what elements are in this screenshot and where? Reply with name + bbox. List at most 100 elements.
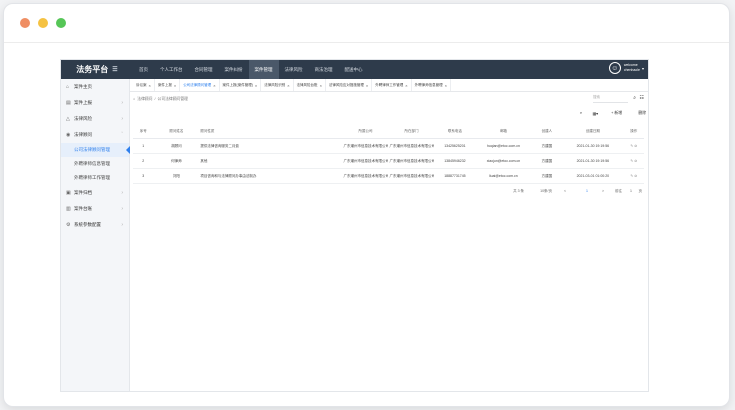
sidebar-item-label: 案件上报 (74, 100, 92, 105)
column-header[interactable]: 联系电话 (434, 125, 476, 139)
cell-no: 3 (133, 168, 154, 184)
sidebar-item-case-home[interactable]: ⌂ 案件主页 (61, 79, 129, 95)
document-icon: ▤ (66, 100, 71, 106)
row-actions[interactable]: ✎ ⊘ (623, 153, 644, 169)
chevron-right-icon: › (121, 206, 123, 212)
table-row[interactable]: 3 刘阳 项目咨询和与法律顾问办事由法制办 广东潮州市信息技术有限公司 广东潮州… (133, 168, 644, 184)
sidebar-item-case-ledger[interactable]: ▥ 案件台账 › (61, 201, 129, 217)
book-icon: ▥ (66, 206, 71, 212)
minimize-window-button[interactable] (38, 18, 48, 28)
tab-label: 外聘律师信息管理 (414, 82, 443, 87)
goto-page-input[interactable]: 1 (630, 189, 632, 193)
close-icon[interactable]: × (445, 83, 447, 88)
close-icon[interactable]: × (366, 83, 368, 88)
maximize-window-button[interactable] (56, 18, 66, 28)
search-icon[interactable]: ⌕ (633, 95, 636, 101)
close-icon[interactable]: × (213, 83, 215, 88)
table-header-row: 序号 顾问姓名 顾问性质 所属公司 所在部门 联系电话 邮箱 创建人 创建日期 … (133, 125, 644, 139)
next-page-button[interactable]: > (602, 189, 604, 193)
sidebar-item-legal-advisor[interactable]: ◉ 法律顾问 ˇ (61, 127, 129, 143)
column-header[interactable]: 创建人 (531, 125, 563, 139)
tab[interactable]: 案件上报(案件管理) × (220, 79, 262, 91)
cell-dept: 广东潮州市信息技术有限公司 (388, 168, 435, 184)
cell-dept: 广东潮州市信息技术有限公司 (388, 153, 435, 169)
home-icon: ⌂ (66, 84, 70, 90)
gear-icon: ⚙ (66, 222, 71, 228)
nav-item[interactable]: 商法治理 (309, 60, 339, 79)
chevron-right-icon: › (121, 116, 123, 122)
prev-page-button[interactable]: < (564, 189, 566, 193)
sidebar-item-label: 案件归档 (74, 190, 92, 195)
cell-name: 刘阳 (153, 168, 200, 184)
nav-item[interactable]: 配送中心 (339, 60, 369, 79)
nav-item[interactable]: 首页 (133, 60, 154, 79)
tab-label: 法律风险应对措施管理 (328, 82, 364, 87)
sidebar-item-case-report[interactable]: ▤ 案件上报 › (61, 95, 129, 111)
current-page[interactable]: 1 (586, 189, 588, 193)
close-icon[interactable]: × (320, 83, 322, 88)
table-row[interactable]: 2 何律师 其他 广东潮州市信息技术有限公司 广东潮州市信息技术有限公司 138… (133, 153, 644, 169)
column-header[interactable]: 顾问姓名 (153, 125, 200, 139)
cell-date: 2021-03-01 01:00:20 (562, 168, 624, 184)
sidebar-item-system-config[interactable]: ⚙ 系统参数配置 › (61, 217, 129, 233)
search-input[interactable]: 搜索 (593, 95, 628, 103)
column-header[interactable]: 顾问性质 (199, 125, 343, 139)
tab-bar: 诉讼案 × 案件上报 × 公司法律顾问管理 × 案件上报(案件管理) × 法律风险识别 ×… (130, 79, 648, 92)
page-size-select[interactable]: 10条/页 (540, 189, 552, 194)
cell-type: 项目咨询和与法律顾问办事由法制办 (199, 168, 343, 184)
column-header[interactable]: 邮箱 (475, 125, 532, 139)
tab[interactable]: 法律风险台账 × (294, 79, 326, 91)
row-actions[interactable]: ✎ ⊘ (623, 168, 644, 184)
column-header[interactable]: 所属公司 (342, 125, 389, 139)
search-icon[interactable]: ⌕ (580, 111, 582, 115)
tab[interactable]: 外聘律师信息管理 × (412, 79, 451, 91)
close-icon[interactable]: × (405, 83, 407, 88)
nav-item[interactable]: 法律风险 (279, 60, 309, 79)
tab-active[interactable]: 公司法律顾问管理 × (180, 79, 220, 91)
window-titlebar (4, 4, 729, 43)
column-header: 序号 (133, 125, 154, 139)
tab[interactable]: 案件上报 × (155, 79, 181, 91)
close-icon[interactable]: × (287, 83, 289, 88)
tab[interactable]: 法律风险应对措施管理 × (326, 79, 373, 91)
cell-date: 2021-01-30 19:19:56 (562, 153, 624, 169)
cell-email: liuai@etoc.com.cn (475, 168, 532, 184)
sidebar-item-case-archive[interactable]: ▣ 案件归档 › (61, 185, 129, 201)
cell-phone: 13845946232 (434, 153, 476, 169)
sidebar-subitem-lawyer-info[interactable]: 外聘律师信息管理 (61, 157, 129, 171)
cell-email: xiaojun@etoc.com.cn (475, 153, 532, 169)
column-header[interactable]: 所在部门 (388, 125, 435, 139)
sidebar-subitem-advisor-management[interactable]: 公司法律顾问管理 (61, 143, 130, 157)
top-nav-bar: 法务平台 ☰ 首页 个人工作台 合同管理 案件纠纷 案件管理 法律风险 商法治理… (61, 60, 648, 79)
user-menu[interactable]: ☺ welcome chenhaole ▾ (608, 62, 644, 74)
columns-dropdown-icon[interactable]: ▦▾ (593, 111, 599, 116)
column-header[interactable]: 创建日期 (562, 125, 624, 139)
sidebar-subitem-lawyer-work[interactable]: 外聘律师工作管理 (61, 171, 129, 185)
nav-item[interactable]: 个人工作台 (154, 60, 189, 79)
tab[interactable]: 法律风险识别 × (261, 79, 294, 91)
list-view-icon[interactable]: ☷ (640, 95, 644, 101)
main-content: 诉讼案 × 案件上报 × 公司法律顾问管理 × 案件上报(案件管理) × 法律风险识别 ×… (130, 79, 648, 391)
nav-item-active[interactable]: 案件管理 (248, 60, 279, 79)
cell-company: 广东潮州市信息技术有限公司 (342, 153, 389, 169)
tab[interactable]: 诉讼案 × (133, 79, 155, 91)
breadcrumb: ⌂ 法律顾问 / 公司法律顾问管理 (133, 97, 188, 102)
nav-item[interactable]: 案件纠纷 (219, 60, 249, 79)
sidebar-item-legal-risk[interactable]: △ 法律风险 › (61, 111, 129, 127)
nav-item[interactable]: 合同管理 (189, 60, 219, 79)
tab[interactable]: 外聘律师工作管理 × (372, 79, 412, 91)
cell-name: 胡顾问 (153, 138, 200, 154)
table-row[interactable]: 1 胡顾问 提供法律咨询服务二月费 广东潮州市信息技术有限公司 广东潮州市信息技… (133, 138, 644, 154)
delete-button[interactable]: 删除 (638, 111, 646, 116)
close-icon[interactable]: × (255, 83, 257, 88)
cell-type: 提供法律咨询服务二月费 (199, 138, 343, 154)
close-window-button[interactable] (20, 18, 30, 28)
close-icon[interactable]: × (174, 83, 176, 88)
sidebar-item-label: 案件台账 (74, 206, 92, 211)
close-icon[interactable]: × (149, 83, 151, 88)
cell-phone: 18887731745 (434, 168, 476, 184)
row-actions[interactable]: ✎ ⊘ (623, 138, 644, 154)
menu-toggle-icon[interactable]: ☰ (112, 66, 117, 73)
breadcrumb-root[interactable]: 法律顾问 (137, 97, 152, 102)
add-button[interactable]: + 新增 (611, 111, 622, 116)
